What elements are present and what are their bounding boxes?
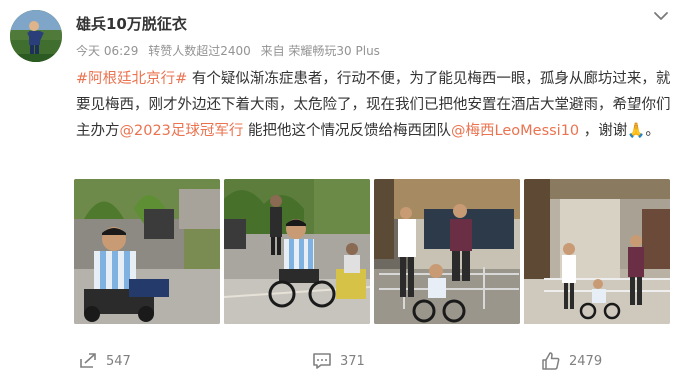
photo-2[interactable] [224, 179, 370, 324]
post-time[interactable]: 今天 06:29 [76, 44, 138, 58]
repost-note: 转赞人数超过2400 [148, 44, 251, 58]
photo-3[interactable] [374, 179, 520, 324]
like-count: 2479 [569, 353, 603, 369]
action-bar: 547 371 2479 [0, 349, 681, 373]
hashtag-link[interactable]: #阿根廷北京行# [76, 71, 187, 87]
weibo-post-card: 雄兵10万脱征衣 今天 06:29 转赞人数超过2400 来自 荣耀畅玩30 P… [0, 0, 681, 385]
post-source: 来自 荣耀畅玩30 Plus [260, 44, 380, 58]
avatar[interactable] [10, 10, 62, 62]
mention-organizer-link[interactable]: @2023足球冠军行 [120, 123, 244, 139]
chevron-down-icon[interactable] [651, 6, 671, 26]
repost-count: 547 [106, 353, 131, 369]
post-content: #阿根廷北京行# 有个疑似渐冻症患者，行动不便，为了能见梅西一眼，孤身从廊坊过来… [76, 66, 676, 144]
comment-icon [313, 353, 331, 369]
like-button[interactable]: 2479 [541, 349, 602, 373]
comment-count: 371 [340, 353, 365, 369]
pray-emoji-icon: 🙏 [627, 123, 646, 139]
author-name[interactable]: 雄兵10万脱征衣 [76, 13, 187, 34]
thumbs-up-icon [542, 352, 560, 370]
post-text-end: 。 [645, 123, 660, 139]
repost-button[interactable]: 547 [78, 349, 131, 373]
post-text-3: ，谢谢 [579, 123, 628, 139]
avatar-image [10, 10, 62, 62]
post-meta: 今天 06:29 转赞人数超过2400 来自 荣耀畅玩30 Plus [76, 42, 386, 59]
mention-messi-link[interactable]: @梅西LeoMessi10 [451, 123, 579, 139]
repost-icon [80, 353, 96, 368]
comment-button[interactable]: 371 [312, 349, 365, 373]
photo-1[interactable] [74, 179, 220, 324]
photo-4[interactable] [524, 179, 670, 324]
post-text-2: 能把他这个情况反馈给梅西团队 [243, 123, 452, 139]
